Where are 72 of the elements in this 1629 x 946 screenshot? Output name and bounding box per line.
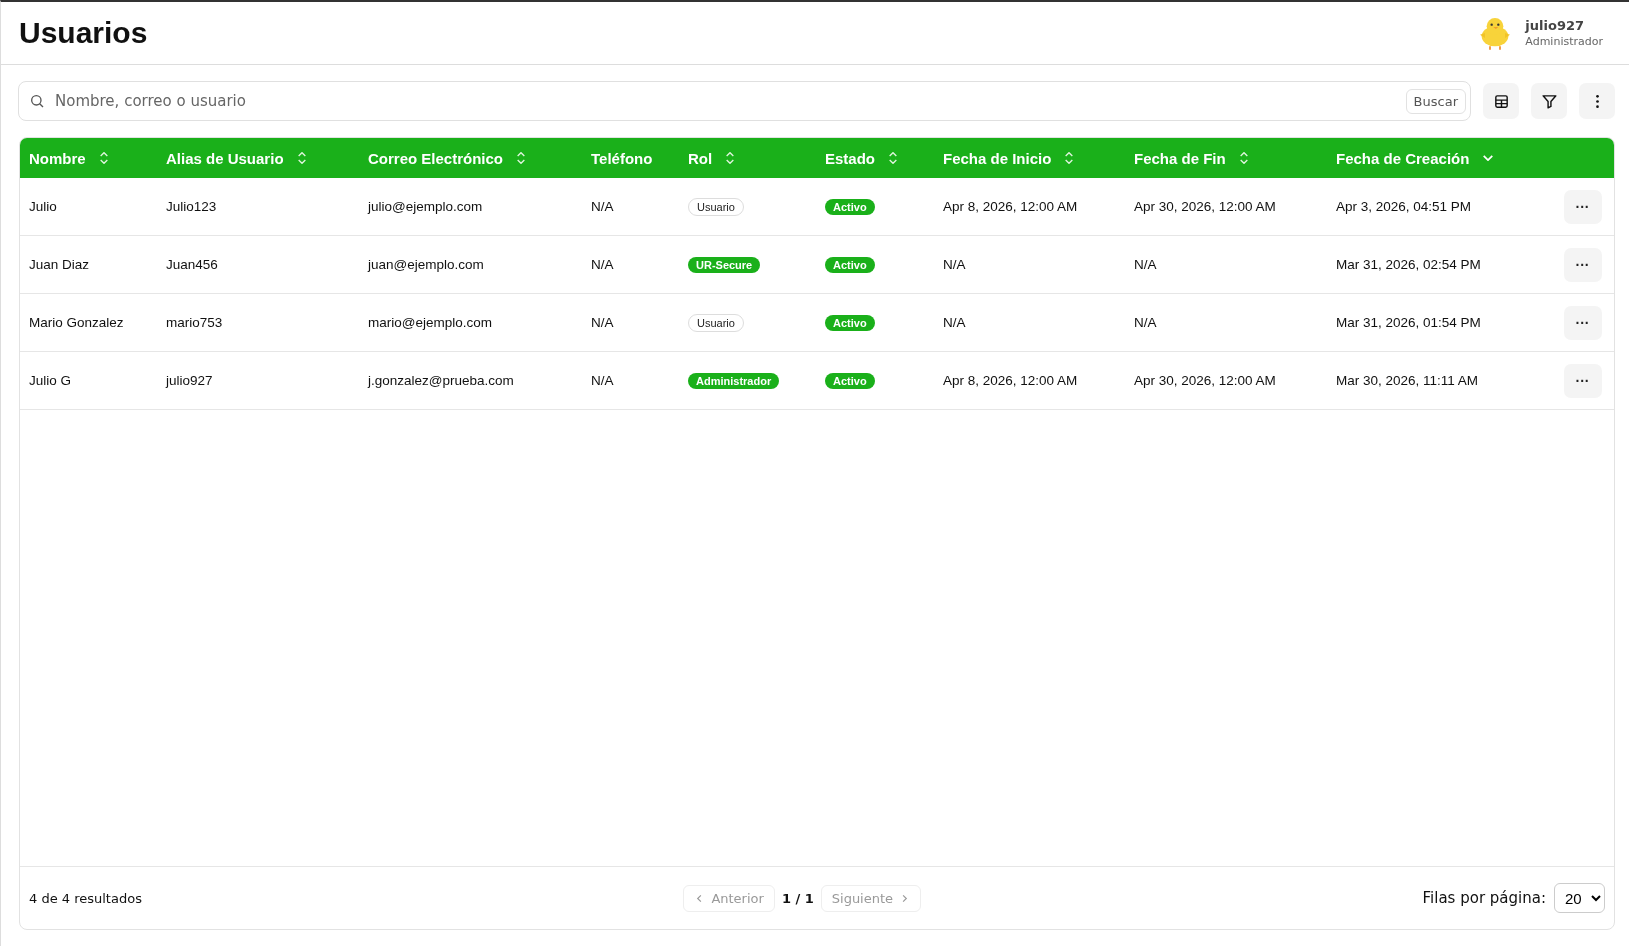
rows-per-page-select[interactable]: 20 bbox=[1554, 883, 1605, 913]
sort-descending-icon bbox=[1483, 155, 1494, 161]
page-title: Usuarios bbox=[19, 16, 148, 50]
table-cell: Apr 30, 2026, 12:00 AM bbox=[1134, 199, 1276, 214]
rows-per-page-label: Filas por página: bbox=[1422, 889, 1546, 907]
table-cell: N/A bbox=[591, 257, 614, 272]
more-vertical-icon bbox=[1595, 94, 1599, 108]
page-indicator: 1 / 1 bbox=[781, 890, 814, 906]
role-tag: Administrador bbox=[688, 372, 780, 389]
table-cell: Apr 30, 2026, 12:00 AM bbox=[1134, 373, 1276, 388]
table-cell: N/A bbox=[591, 199, 614, 214]
table-cell: mario@ejemplo.com bbox=[368, 315, 492, 330]
sort-icon bbox=[99, 152, 108, 164]
sort-icon bbox=[726, 152, 735, 164]
row-actions-button[interactable]: ··· bbox=[1563, 189, 1602, 224]
sort-icon bbox=[889, 152, 897, 164]
sort-icon bbox=[1065, 152, 1074, 164]
status-tag: Activo bbox=[825, 256, 875, 273]
sort-icon bbox=[297, 152, 306, 164]
column-header[interactable]: Alias de Usuario bbox=[166, 146, 306, 170]
table-cell: Apr 3, 2026, 04:51 PM bbox=[1336, 199, 1472, 214]
results-count: 4 de 4 resultados bbox=[29, 890, 142, 906]
column-header[interactable]: Correo Electrónico bbox=[368, 146, 526, 170]
row-actions-button[interactable]: ··· bbox=[1563, 305, 1602, 340]
table-cell: Mar 31, 2026, 02:54 PM bbox=[1336, 257, 1481, 272]
table-cell: Mar 31, 2026, 01:54 PM bbox=[1336, 315, 1481, 330]
sort-icon bbox=[1239, 152, 1248, 164]
column-header[interactable]: Fecha de Creación bbox=[1336, 146, 1494, 170]
role-tag: Usuario bbox=[688, 313, 744, 332]
table-cell: N/A bbox=[943, 257, 966, 272]
table-cell: j.gonzalez@prueba.com bbox=[368, 373, 514, 388]
search-icon bbox=[29, 93, 45, 109]
status-tag: Activo bbox=[825, 314, 875, 331]
row-actions-button[interactable]: ··· bbox=[1563, 363, 1602, 398]
filter-icon bbox=[1540, 92, 1558, 110]
status-tag: Activo bbox=[825, 372, 875, 389]
table-cell: juan@ejemplo.com bbox=[368, 257, 484, 272]
column-header[interactable]: Fecha de Inicio bbox=[943, 146, 1074, 170]
column-header[interactable]: Rol bbox=[688, 146, 735, 170]
search-button[interactable]: Buscar bbox=[1405, 88, 1466, 114]
table-cell: N/A bbox=[591, 373, 614, 388]
table-cell: Julio G bbox=[29, 373, 72, 388]
table-cell: N/A bbox=[943, 315, 966, 330]
table-cell: Julio123 bbox=[166, 199, 217, 214]
user-role: Administrador bbox=[1525, 35, 1603, 48]
table-cell: N/A bbox=[1134, 257, 1157, 272]
role-tag: UR-Secure bbox=[688, 256, 761, 273]
user-name: julio927 bbox=[1525, 18, 1586, 33]
table-button[interactable] bbox=[1483, 83, 1519, 119]
table-cell: N/A bbox=[591, 315, 614, 330]
column-header[interactable]: Nombre bbox=[29, 146, 108, 170]
table-icon bbox=[1492, 92, 1510, 110]
table-cell: Apr 8, 2026, 12:00 AM bbox=[943, 373, 1078, 388]
table-cell: mario753 bbox=[166, 315, 223, 330]
table-cell: Juan456 bbox=[166, 257, 218, 272]
table-cell: Mario Gonzalez bbox=[29, 315, 124, 330]
table-cell: N/A bbox=[1134, 315, 1157, 330]
status-tag: Activo bbox=[825, 198, 875, 215]
column-header[interactable]: Teléfono bbox=[591, 146, 653, 170]
search-field[interactable]: Nombre, correo o usuario Buscar bbox=[18, 81, 1471, 121]
sort-icon bbox=[517, 152, 526, 164]
table-cell: julio927 bbox=[166, 373, 213, 388]
column-header[interactable]: Fecha de Fin bbox=[1134, 146, 1248, 170]
table-cell: Juan Diaz bbox=[29, 257, 90, 272]
table-cell: Mar 30, 2026, 11:11 AM bbox=[1336, 373, 1479, 388]
table-cell: julio@ejemplo.com bbox=[368, 199, 483, 214]
row-actions-button[interactable]: ··· bbox=[1563, 247, 1602, 282]
table-cell: Julio bbox=[29, 199, 57, 214]
column-header[interactable]: Estado bbox=[825, 146, 897, 170]
filter-button[interactable] bbox=[1531, 83, 1567, 119]
table-cell: Apr 8, 2026, 12:00 AM bbox=[943, 199, 1078, 214]
role-tag: Usuario bbox=[688, 197, 744, 216]
